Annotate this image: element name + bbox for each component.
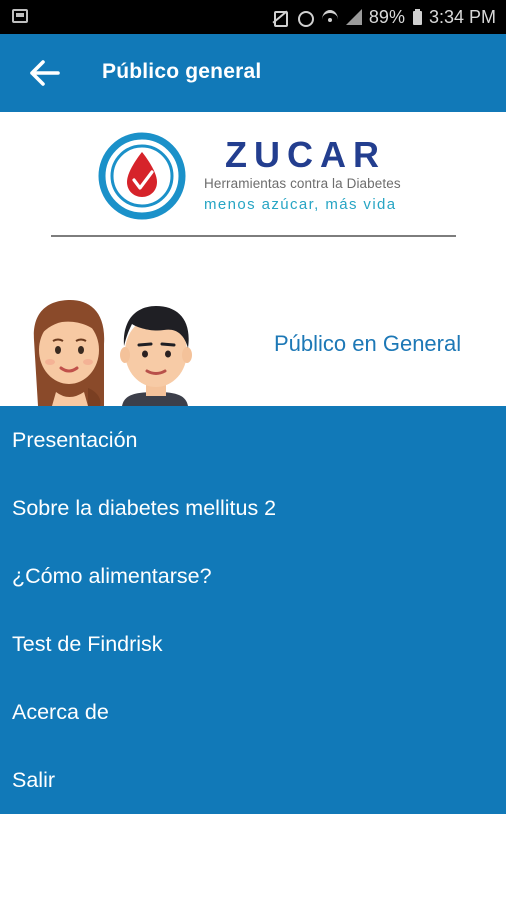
- app-bar: Público general: [0, 34, 506, 112]
- man-avatar-icon: [120, 306, 192, 406]
- brand-tagline: Herramientas contra la Diabetes: [204, 176, 401, 191]
- menu-item-presentacion[interactable]: Presentación: [0, 408, 506, 472]
- signal-icon: [345, 9, 362, 25]
- status-bar: 89% 3:34 PM: [0, 0, 506, 34]
- zucar-logo-icon: [98, 132, 186, 225]
- back-button[interactable]: [26, 56, 66, 90]
- navigation-menu: Presentación Sobre la diabetes mellitus …: [0, 406, 506, 814]
- menu-item-alimentarse[interactable]: ¿Cómo alimentarse?: [0, 544, 506, 608]
- avatars-illustration: [28, 292, 200, 411]
- menu-item-salir[interactable]: Salir: [0, 748, 506, 812]
- divider: [51, 235, 456, 237]
- alarm-icon: [296, 9, 314, 27]
- gallery-notification-icon: [12, 9, 28, 23]
- menu-item-findrisk[interactable]: Test de Findrisk: [0, 612, 506, 676]
- clock: 3:34 PM: [428, 6, 496, 27]
- battery-icon: [412, 9, 422, 25]
- vibrate-off-icon: [271, 9, 289, 27]
- audience-label: Público en General: [274, 331, 462, 356]
- menu-item-acerca[interactable]: Acerca de: [0, 680, 506, 744]
- status-indicators: 89% 3:34 PM: [271, 6, 496, 28]
- menu-item-diabetes[interactable]: Sobre la diabetes mellitus 2: [0, 476, 506, 540]
- battery-percent: 89%: [368, 6, 405, 27]
- brand-name: ZUCAR: [225, 134, 386, 175]
- woman-avatar-icon: [33, 300, 105, 406]
- brand-slogan: menos azúcar, más vida: [204, 196, 397, 213]
- arrow-left-icon: [30, 60, 60, 86]
- page-title: Público general: [102, 60, 262, 83]
- wifi-icon: [321, 9, 339, 25]
